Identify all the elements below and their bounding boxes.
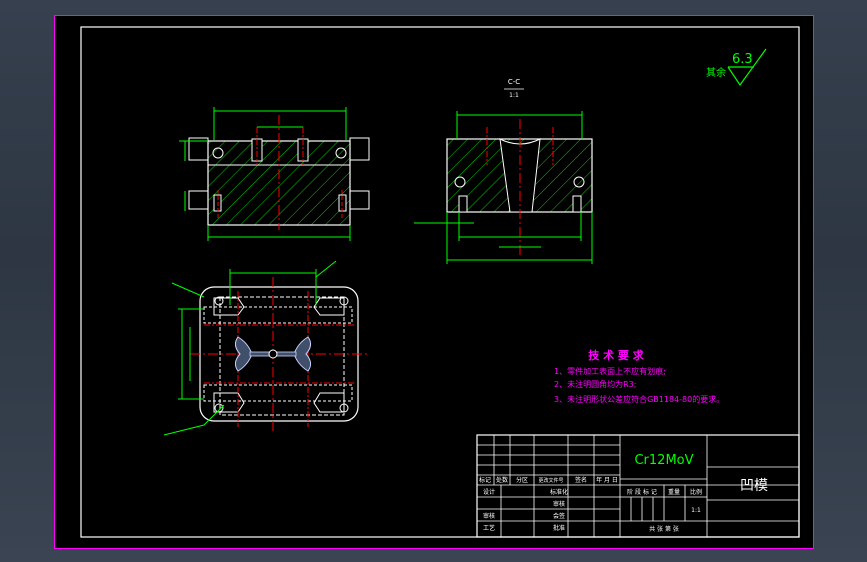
drawing-canvas: C-C 1:1 其余 6.3 技 术 要 求 1、零件加工表面上不应有划痕; 2… [54,15,814,549]
top-view [163,260,368,436]
drawing-sheet[interactable]: C-C 1:1 其余 6.3 技 术 要 求 1、零件加工表面上不应有划痕; 2… [54,15,814,549]
finish-label: 其余 [706,66,726,79]
section-view: C-C 1:1 [414,78,593,264]
cad-viewport: C-C 1:1 其余 6.3 技 术 要 求 1、零件加工表面上不应有划痕; 2… [0,0,867,562]
sign-row: 审核 [483,512,495,520]
mid-label: 会签 [553,512,565,520]
mid-label: 审核 [553,500,565,508]
outer-frame [54,15,814,549]
mid-label: 批准 [553,524,565,532]
section-label: C-C [508,78,520,86]
stage-header: 阶 段 标 记 [627,488,657,496]
rev-header: 签名 [575,476,587,484]
rev-header: 标记 [479,476,491,484]
tech-requirements: 技 术 要 求 1、零件加工表面上不应有划痕; 2、未注明圆角均为R3; 3、未… [554,348,724,404]
rev-header: 更改文件号 [538,477,563,484]
scale-value: 1:1 [691,507,701,514]
rev-header: 分区 [516,476,528,484]
rev-header: 处数 [496,476,508,484]
stage-header: 重量 [668,488,680,496]
tech-item: 3、未注明形状公差应符合GB1184-80的要求。 [554,394,724,404]
sign-row: 工艺 [483,524,495,532]
sheets-text: 共 张 第 张 [649,525,679,533]
rev-header: 年 月 日 [596,476,618,484]
front-view [179,107,370,241]
mid-label: 标准化 [550,488,568,496]
part-name: 凹模 [740,478,768,494]
material: Cr12MoV [634,453,693,468]
tech-item: 1、零件加工表面上不应有划痕; [554,366,666,376]
surface-finish-symbol: 其余 6.3 [706,48,767,87]
tech-item: 2、未注明圆角均为R3; [554,379,636,389]
sign-row: 设计 [483,488,495,496]
stage-header: 比例 [690,488,702,496]
section-scale: 1:1 [509,92,519,99]
finish-value: 6.3 [732,52,753,67]
tech-title: 技 术 要 求 [588,348,644,362]
